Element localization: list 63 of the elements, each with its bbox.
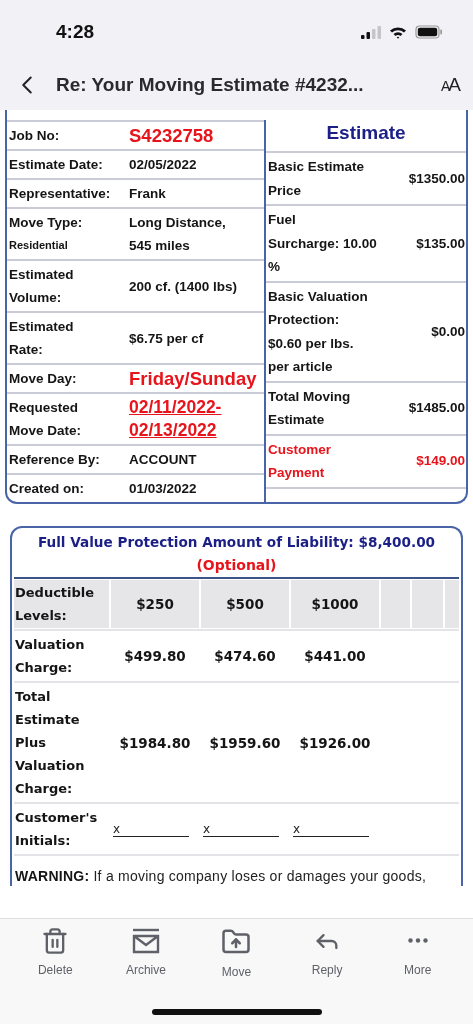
row-label: Total Estimate Plus Valuation Charge: [14,688,86,798]
field-value: $6.75 per cf [129,329,205,348]
initials-line[interactable]: x [293,821,369,837]
deductible-level: $1000 [311,596,359,612]
field-value: 200 cf. (1400 lbs) [129,277,239,296]
field-value: 01/03/2022 [129,480,198,498]
field-value: 02/05/2022 [129,156,198,174]
charge-value: $441.00 [304,648,366,664]
clock-time: 4:28 [56,21,95,43]
field-label: Estimated Volume: [9,266,75,307]
field-label: Estimated Rate: [9,318,75,359]
initials-line[interactable]: x [113,821,189,837]
charge-value: $1926.00 [299,734,371,751]
estimate-heading: Estimate [266,120,466,153]
field-label: Job No: [9,127,61,145]
field-label: Created on: [9,480,85,498]
toolbar-button[interactable]: Archive [110,927,181,979]
field-sublabel: Residential [9,238,69,253]
tray-icon [130,927,161,955]
toolbar-button[interactable]: Move [201,927,272,979]
charge-value: $499.80 [124,648,186,664]
field-value: Friday/Sunday [129,367,258,390]
toolbar-button[interactable]: Delete [20,927,91,979]
deductible-level: $500 [226,596,264,612]
charge-label: Fuel Surcharge: 10.00 % [268,211,378,276]
field-label: Representative: [9,185,112,203]
field-label: Reference By: [9,451,101,469]
charge-label: Customer Payment [268,440,332,482]
row-label: Deductible Levels: [14,580,109,628]
charge-value: $1959.60 [209,734,281,751]
wifi-icon [389,25,407,39]
charge-amount: $1350.00 [408,169,465,188]
battery-icon [415,25,443,39]
charge-amount: $1485.00 [408,399,465,418]
field-value: Long Distance, 545 miles [129,214,227,255]
field-label: Estimate Date: [9,156,104,174]
charge-label: Basic Estimate Price [268,158,366,200]
field-label: Move Type: [9,214,84,232]
charge-label: Total Moving Estimate [268,387,352,429]
charge-value: $1984.80 [119,734,191,751]
field-value: S4232758 [129,124,215,147]
warning-text: WARNING: If a moving company loses or damages your goods, [14,867,428,886]
more-icon [407,938,428,943]
row-label: Customer's Initials: [14,809,99,850]
signal-icon [361,25,381,39]
field-value: ACCOUNT [129,451,198,469]
toolbar-button[interactable]: More [382,927,453,979]
field-label: Requested Move Date: [9,399,82,440]
field-label: Move Day: [9,370,78,388]
toolbar-button[interactable]: Reply [292,927,363,979]
row-label: Valuation Charge: [14,636,86,677]
text-size-button[interactable]: AA [440,74,459,96]
field-value: Frank [129,185,167,203]
charge-value: $474.60 [214,648,276,664]
date-link[interactable]: 02/11/2022- 02/13/2022 [129,396,262,442]
charge-amount: $149.00 [416,452,465,471]
protection-title: Full Value Protection Amount of Liability: $8,400.00 [36,533,437,552]
charge-label: Basic Valuation Protection: $0.60 per lbs. per article [268,287,369,376]
message-subject: Re: Your Moving Estimate #4232... [56,74,365,96]
deductible-level: $250 [136,596,174,612]
charge-amount: $135.00 [416,234,465,253]
initials-line[interactable]: x [203,821,279,837]
charge-amount: $0.00 [431,322,465,341]
